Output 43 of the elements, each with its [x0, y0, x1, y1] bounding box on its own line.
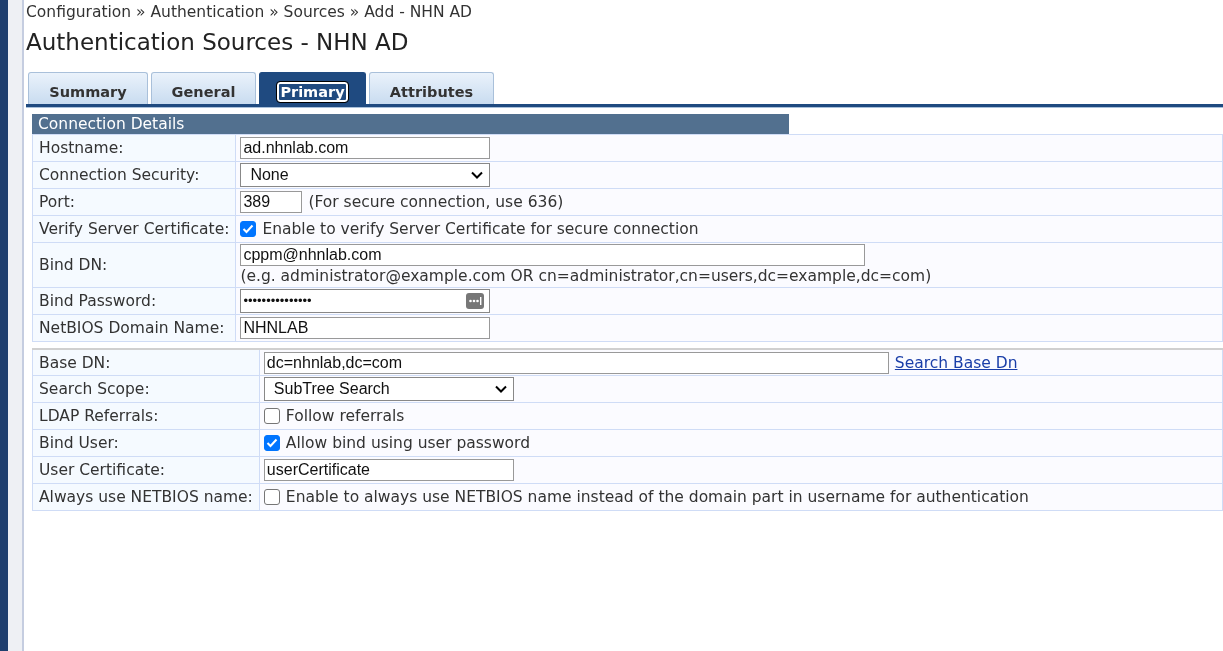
checkbox[interactable] — [263, 489, 280, 506]
field-label: Always use NETBIOS name: — [39, 488, 253, 507]
text-field[interactable]: ad.nhnlab.com — [240, 137, 491, 159]
search-base-dn-link[interactable]: Search Base Dn — [894, 353, 1018, 372]
port-field[interactable]: 389 — [240, 191, 303, 213]
field-label: LDAP Referrals: — [39, 407, 159, 426]
chevron-down-icon — [471, 171, 484, 179]
password-manager-icon — [466, 292, 485, 309]
hint-text: (For secure connection, use 636) — [308, 193, 564, 211]
checkbox-label: Allow bind using user password — [285, 434, 530, 453]
tab[interactable]: Attributes — [369, 72, 494, 104]
field-label: Hostname: — [39, 139, 124, 157]
text-field[interactable]: dc=nhnlab,dc=com — [263, 351, 889, 374]
field-label: User Certificate: — [39, 461, 165, 480]
field-label: Connection Security: — [39, 166, 200, 184]
hint-text: (e.g. administrator@example.com OR cn=administrator,cn=users,dc=example,dc=com) — [240, 268, 933, 286]
chevron-down-icon — [494, 385, 507, 394]
tab[interactable]: Summary — [28, 72, 148, 104]
text-field[interactable]: cppm@nhnlab.com — [240, 244, 866, 266]
section-header: Connection Details — [32, 114, 789, 134]
field-label: Base DN: — [39, 353, 111, 372]
checkbox-label: Enable to verify Server Certificate for secure connection — [262, 220, 699, 238]
checkbox[interactable] — [263, 408, 280, 425]
field-label: Search Scope: — [39, 380, 150, 399]
checkbox[interactable] — [263, 435, 280, 452]
dropdown[interactable]: SubTree Search — [263, 377, 514, 402]
tab[interactable]: Primary — [259, 72, 366, 104]
tab[interactable]: General — [151, 72, 256, 104]
checkbox-label: Follow referrals — [285, 407, 405, 426]
page-title: Authentication Sources - NHN AD — [26, 29, 410, 55]
checkbox-label: Enable to always use NETBIOS name instead of the domain part in username for authentication — [285, 488, 1029, 507]
field-label: Bind Password: — [39, 291, 157, 310]
checkbox[interactable] — [240, 221, 257, 237]
text-field[interactable]: userCertificate — [263, 459, 514, 482]
field-label: NetBIOS Domain Name: — [39, 318, 225, 337]
field-label: Bind DN: — [39, 255, 108, 274]
field-label: Bind User: — [39, 434, 119, 453]
dropdown[interactable]: None — [240, 163, 491, 187]
password-field[interactable]: ••••••••••••••• — [240, 288, 491, 313]
breadcrumb: Configuration » Authentication » Sources » Add - NHN AD — [26, 3, 473, 21]
field-label: Port: — [39, 193, 75, 211]
text-field[interactable]: NHNLAB — [240, 316, 491, 339]
field-label: Verify Server Certificate: — [39, 220, 230, 238]
